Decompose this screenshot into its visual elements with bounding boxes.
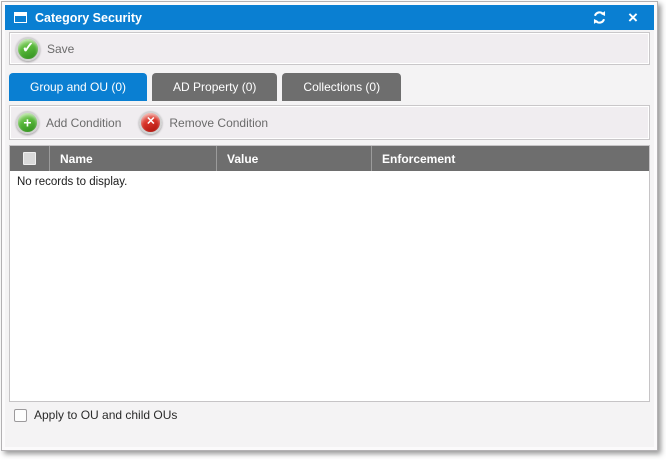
tab-label: AD Property (0) (173, 80, 256, 94)
remove-condition-label: Remove Condition (169, 116, 268, 130)
titlebar: Category Security × (5, 5, 654, 30)
dialog-title: Category Security (35, 11, 590, 25)
dialog-content: ✓ Save Group and OU (0) AD Property (0) … (5, 30, 654, 447)
condition-toolbar: + Add Condition ✕ Remove Condition (9, 105, 650, 140)
tab-strip: Group and OU (0) AD Property (0) Collect… (9, 73, 650, 101)
window-icon (14, 12, 27, 23)
titlebar-actions: × (590, 9, 642, 27)
tab-label: Group and OU (0) (30, 80, 126, 94)
column-header-value[interactable]: Value (217, 146, 372, 171)
close-icon: × (628, 9, 638, 26)
save-button[interactable]: ✓ Save (16, 37, 74, 61)
table-header-checkbox-cell (10, 146, 50, 171)
empty-table-message: No records to display. (17, 176, 127, 188)
table-body: No records to display. (10, 171, 649, 401)
refresh-button[interactable] (590, 9, 608, 27)
dialog-footer: Apply to OU and child OUs (9, 402, 650, 447)
tab-group-and-ou[interactable]: Group and OU (0) (9, 73, 147, 101)
plus-circle-icon: + (16, 111, 39, 134)
table-header-row: Name Value Enforcement (10, 146, 649, 171)
remove-condition-button[interactable]: ✕ Remove Condition (139, 111, 268, 134)
tab-label: Collections (0) (303, 80, 380, 94)
apply-to-ou-label[interactable]: Apply to OU and child OUs (34, 408, 177, 422)
save-toolbar: ✓ Save (9, 32, 650, 65)
select-all-checkbox[interactable] (23, 152, 36, 165)
category-security-dialog: Category Security × ✓ Save (1, 1, 658, 451)
check-circle-icon: ✓ (16, 37, 40, 61)
add-condition-label: Add Condition (46, 116, 121, 130)
save-button-label: Save (47, 42, 74, 56)
close-button[interactable]: × (624, 9, 642, 27)
tab-collections[interactable]: Collections (0) (282, 73, 401, 101)
column-header-name[interactable]: Name (50, 146, 217, 171)
refresh-icon (592, 10, 607, 25)
add-condition-button[interactable]: + Add Condition (16, 111, 121, 134)
x-circle-icon: ✕ (139, 111, 162, 134)
apply-to-ou-checkbox[interactable] (14, 409, 27, 422)
tab-ad-property[interactable]: AD Property (0) (152, 73, 277, 101)
column-header-enforcement[interactable]: Enforcement (372, 146, 649, 171)
conditions-table: Name Value Enforcement No records to dis… (9, 145, 650, 402)
